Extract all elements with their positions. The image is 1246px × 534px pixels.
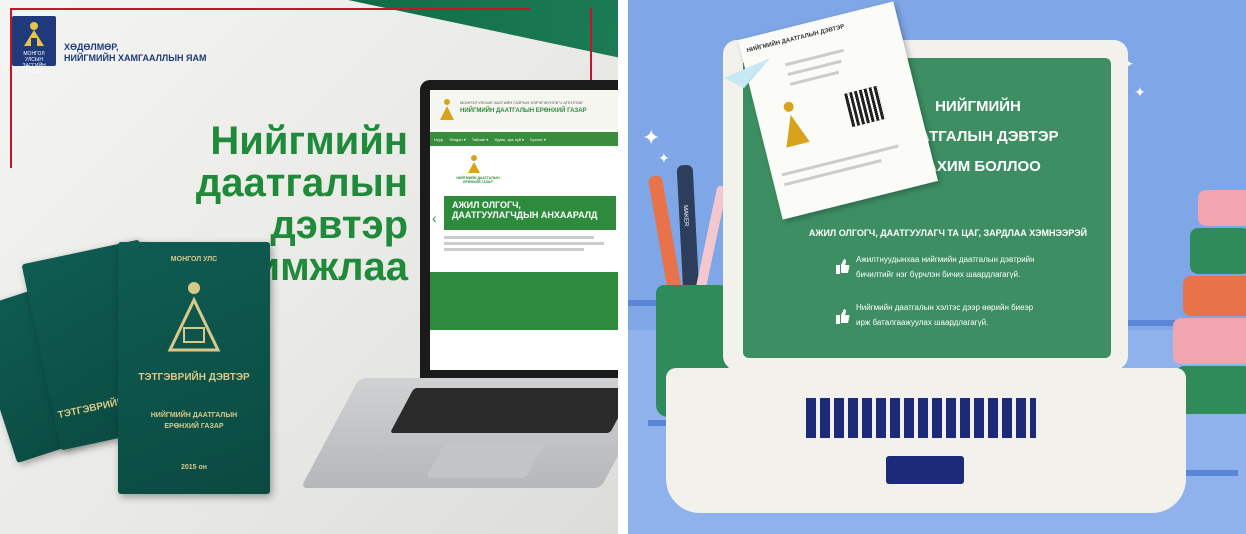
sparkle-icon: ✦ bbox=[1134, 84, 1146, 100]
laptop-trackpad bbox=[426, 443, 545, 478]
website-banner: НИЙГМИЙН ДААТГАЛЫН ЕРӨНХИЙ ГАЗАР ‹ АЖИЛ … bbox=[430, 148, 618, 268]
banner-green-box: АЖИЛ ОЛГОГЧ, ДААТГУУЛАГЧДЫН АНХААРАЛД bbox=[444, 196, 616, 230]
bullet-line: Ажилтнуудынхаа нийгмийн даатгалын дэвтри… bbox=[856, 255, 1035, 264]
website-header-title: НИЙГМИЙН ДААТГАЛЫН ЕРӨНХИЙ ГАЗАР bbox=[460, 108, 587, 114]
bullet-item-2: Нийгмийн даатгалын хэлтэс дээр өөрийн би… bbox=[856, 300, 1076, 330]
website-header: МОНГОЛ УЛСЫН ЗАСГИЙН ГАЗРЫН ХЭРЭГЖҮҮЛЭГЧ… bbox=[430, 90, 618, 130]
headline-line1: Нийгмийн даатгалын bbox=[195, 119, 408, 205]
nav-item[interactable]: Тайлан ▾ bbox=[472, 137, 489, 142]
card-title: НИЙГМИЙН ДААТГАЛЫН ДЭВТЭР bbox=[746, 24, 846, 55]
right-image-panel: ✦ ✦ ✦ ✦ MAKER НИЙГМИЙН ДААТГАЛЫН ДЭВТЭР … bbox=[628, 0, 1246, 534]
ministry-name: ХӨДӨЛМӨР, НИЙГМИЙН ХАМГААЛЛЫН ЯАМ bbox=[64, 42, 207, 64]
passport-country: МОНГОЛ УЛС bbox=[170, 256, 218, 263]
laptop-trackpad bbox=[886, 456, 964, 484]
laptop-keyboard bbox=[390, 388, 618, 433]
marker-label: MAKER bbox=[681, 204, 689, 227]
website-nav[interactable]: Нүүр Үйлдэл ▾ Тайлан ▾ Хууль, эрх зүй ▾ … bbox=[430, 132, 618, 146]
banner-logo-icon bbox=[468, 155, 480, 173]
laptop-screen-frame: МОНГОЛ УЛСЫН ЗАСГИЙН ГАЗРЫН ХЭРЭГЖҮҮЛЭГЧ… bbox=[420, 80, 618, 380]
banner-logo-text: НИЙГМИЙН ДААТГАЛЫН ЕРӨНХИЙ ГАЗАР bbox=[456, 176, 500, 184]
book-pink-2 bbox=[1173, 318, 1246, 364]
website-header-small: МОНГОЛ УЛСЫН ЗАСГИЙН ГАЗРЫН ХЭРЭГЖҮҮЛЭГЧ… bbox=[460, 100, 584, 105]
passport-agency-line1: НИЙГМИЙН ДААТГАЛЫН bbox=[150, 412, 238, 419]
agency-logo-icon bbox=[440, 99, 454, 120]
left-image-panel: МОНГОЛ УЛСЫН ЗАСГИЙН ГАЗАР ХӨДӨЛМӨР, НИЙ… bbox=[0, 0, 618, 534]
nav-item[interactable]: Хууль, эрх зүй ▾ bbox=[494, 137, 524, 142]
text-line bbox=[444, 248, 584, 251]
book-orange bbox=[1183, 276, 1246, 316]
ministry-line1: ХӨДӨЛМӨР, bbox=[64, 42, 119, 52]
bullet-line: бичилтийг нэг бүрчлэн бичих шаардлагагүй… bbox=[856, 270, 1021, 279]
soyombo-gold-icon bbox=[167, 282, 221, 352]
nav-item[interactable]: Нүүр bbox=[434, 137, 443, 142]
bullet-line: Нийгмийн даатгалын хэлтэс дээр өөрийн би… bbox=[856, 303, 1034, 312]
bullet-item-1: Ажилтнуудынхаа нийгмийн даатгалын дэвтри… bbox=[856, 252, 1076, 282]
passport-year: 2015 он bbox=[180, 464, 208, 471]
sparkle-icon: ✦ bbox=[658, 150, 670, 166]
passport-title: ТЭТГЭВРИЙН ДЭВТЭР bbox=[138, 372, 250, 383]
laptop-keyboard bbox=[806, 398, 1036, 438]
paper-plane-icon bbox=[724, 58, 770, 88]
logo-text: МОНГОЛ УЛСЫН ЗАСГИЙН ГАЗАР bbox=[22, 51, 46, 75]
soyombo-emblem-icon bbox=[24, 22, 44, 46]
text-line bbox=[444, 236, 594, 239]
book-green bbox=[1190, 228, 1246, 274]
thumbs-up-icon bbox=[836, 259, 850, 274]
nav-item[interactable]: Хүсэлт ▾ bbox=[530, 137, 546, 142]
book-pink bbox=[1198, 190, 1246, 226]
passport-front: МОНГОЛ УЛС ТЭТГЭВРИЙН ДЭВТЭР НИЙГМИЙН ДА… bbox=[118, 242, 270, 494]
soyombo-gold-icon bbox=[783, 101, 810, 148]
bullet-line: ирж баталгаажуулах шаардлагагүй. bbox=[856, 318, 989, 327]
nav-item[interactable]: Үйлдэл ▾ bbox=[449, 137, 466, 142]
banner-prev-icon[interactable]: ‹ bbox=[432, 210, 437, 226]
ministry-line2: НИЙГМИЙН ХАМГААЛЛЫН ЯАМ bbox=[64, 53, 207, 63]
banner-line1: АЖИЛ ОЛГОГЧ, bbox=[452, 200, 521, 210]
qr-code-icon bbox=[844, 85, 886, 128]
banner-line2: ДААТГУУЛАГЧДЫН АНХААРАЛД bbox=[452, 210, 598, 220]
screen-subtitle: АЖИЛ ОЛГОГЧ, ДААТГУУЛАГЧ ТА ЦАГ, ЗАРДЛАА… bbox=[808, 228, 1088, 238]
laptop-keyboard-deck bbox=[300, 378, 618, 488]
thumbs-up-icon bbox=[836, 309, 850, 324]
passport-agency-line2: ЕРӨНХИЙ ГАЗАР bbox=[164, 423, 224, 430]
book-green-2 bbox=[1176, 366, 1246, 414]
website-screen: МОНГОЛ УЛСЫН ЗАСГИЙН ГАЗРЫН ХЭРЭГЖҮҮЛЭГЧ… bbox=[430, 90, 618, 370]
marker-navy: MAKER bbox=[676, 164, 700, 296]
text-line bbox=[444, 242, 604, 245]
red-border-top bbox=[10, 8, 530, 10]
website-green-section bbox=[430, 272, 618, 330]
sparkle-icon: ✦ bbox=[642, 125, 661, 150]
laptop-base bbox=[666, 368, 1186, 513]
